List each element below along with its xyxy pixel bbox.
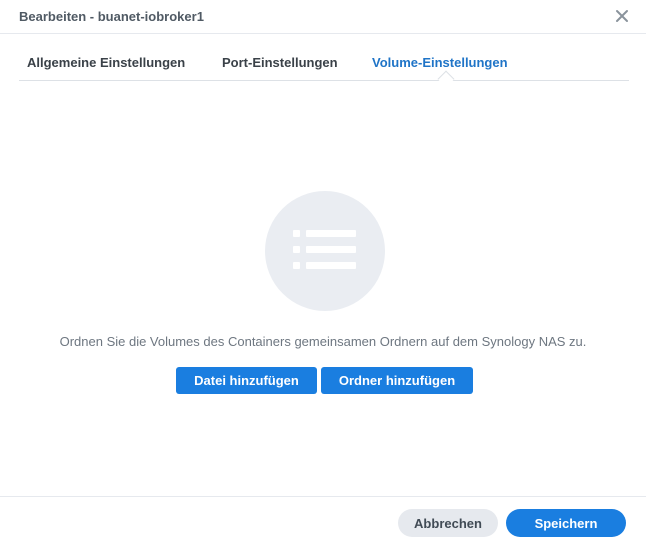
cancel-button[interactable]: Abbrechen	[398, 509, 498, 537]
tab-port-settings[interactable]: Port-Einstellungen	[222, 55, 338, 70]
tab-volume-settings[interactable]: Volume-Einstellungen	[372, 55, 508, 70]
save-button[interactable]: Speichern	[506, 509, 626, 537]
tab-general-settings[interactable]: Allgemeine Einstellungen	[27, 55, 185, 70]
empty-state-illustration	[265, 191, 385, 311]
dialog-footer: Abbrechen Speichern	[0, 496, 646, 543]
list-icon	[293, 230, 356, 269]
close-icon[interactable]	[612, 6, 632, 26]
edit-container-dialog: Bearbeiten - buanet-iobroker1 Allgemeine…	[0, 0, 646, 543]
dialog-titlebar: Bearbeiten - buanet-iobroker1	[0, 0, 646, 34]
active-tab-indicator	[437, 70, 455, 88]
add-file-button[interactable]: Datei hinzufügen	[176, 367, 317, 394]
dialog-title: Bearbeiten - buanet-iobroker1	[19, 9, 204, 24]
add-folder-button[interactable]: Ordner hinzufügen	[321, 367, 473, 394]
empty-state-message: Ordnen Sie die Volumes des Containers ge…	[59, 334, 587, 349]
settings-tabs: Allgemeine Einstellungen Port-Einstellun…	[19, 47, 629, 88]
